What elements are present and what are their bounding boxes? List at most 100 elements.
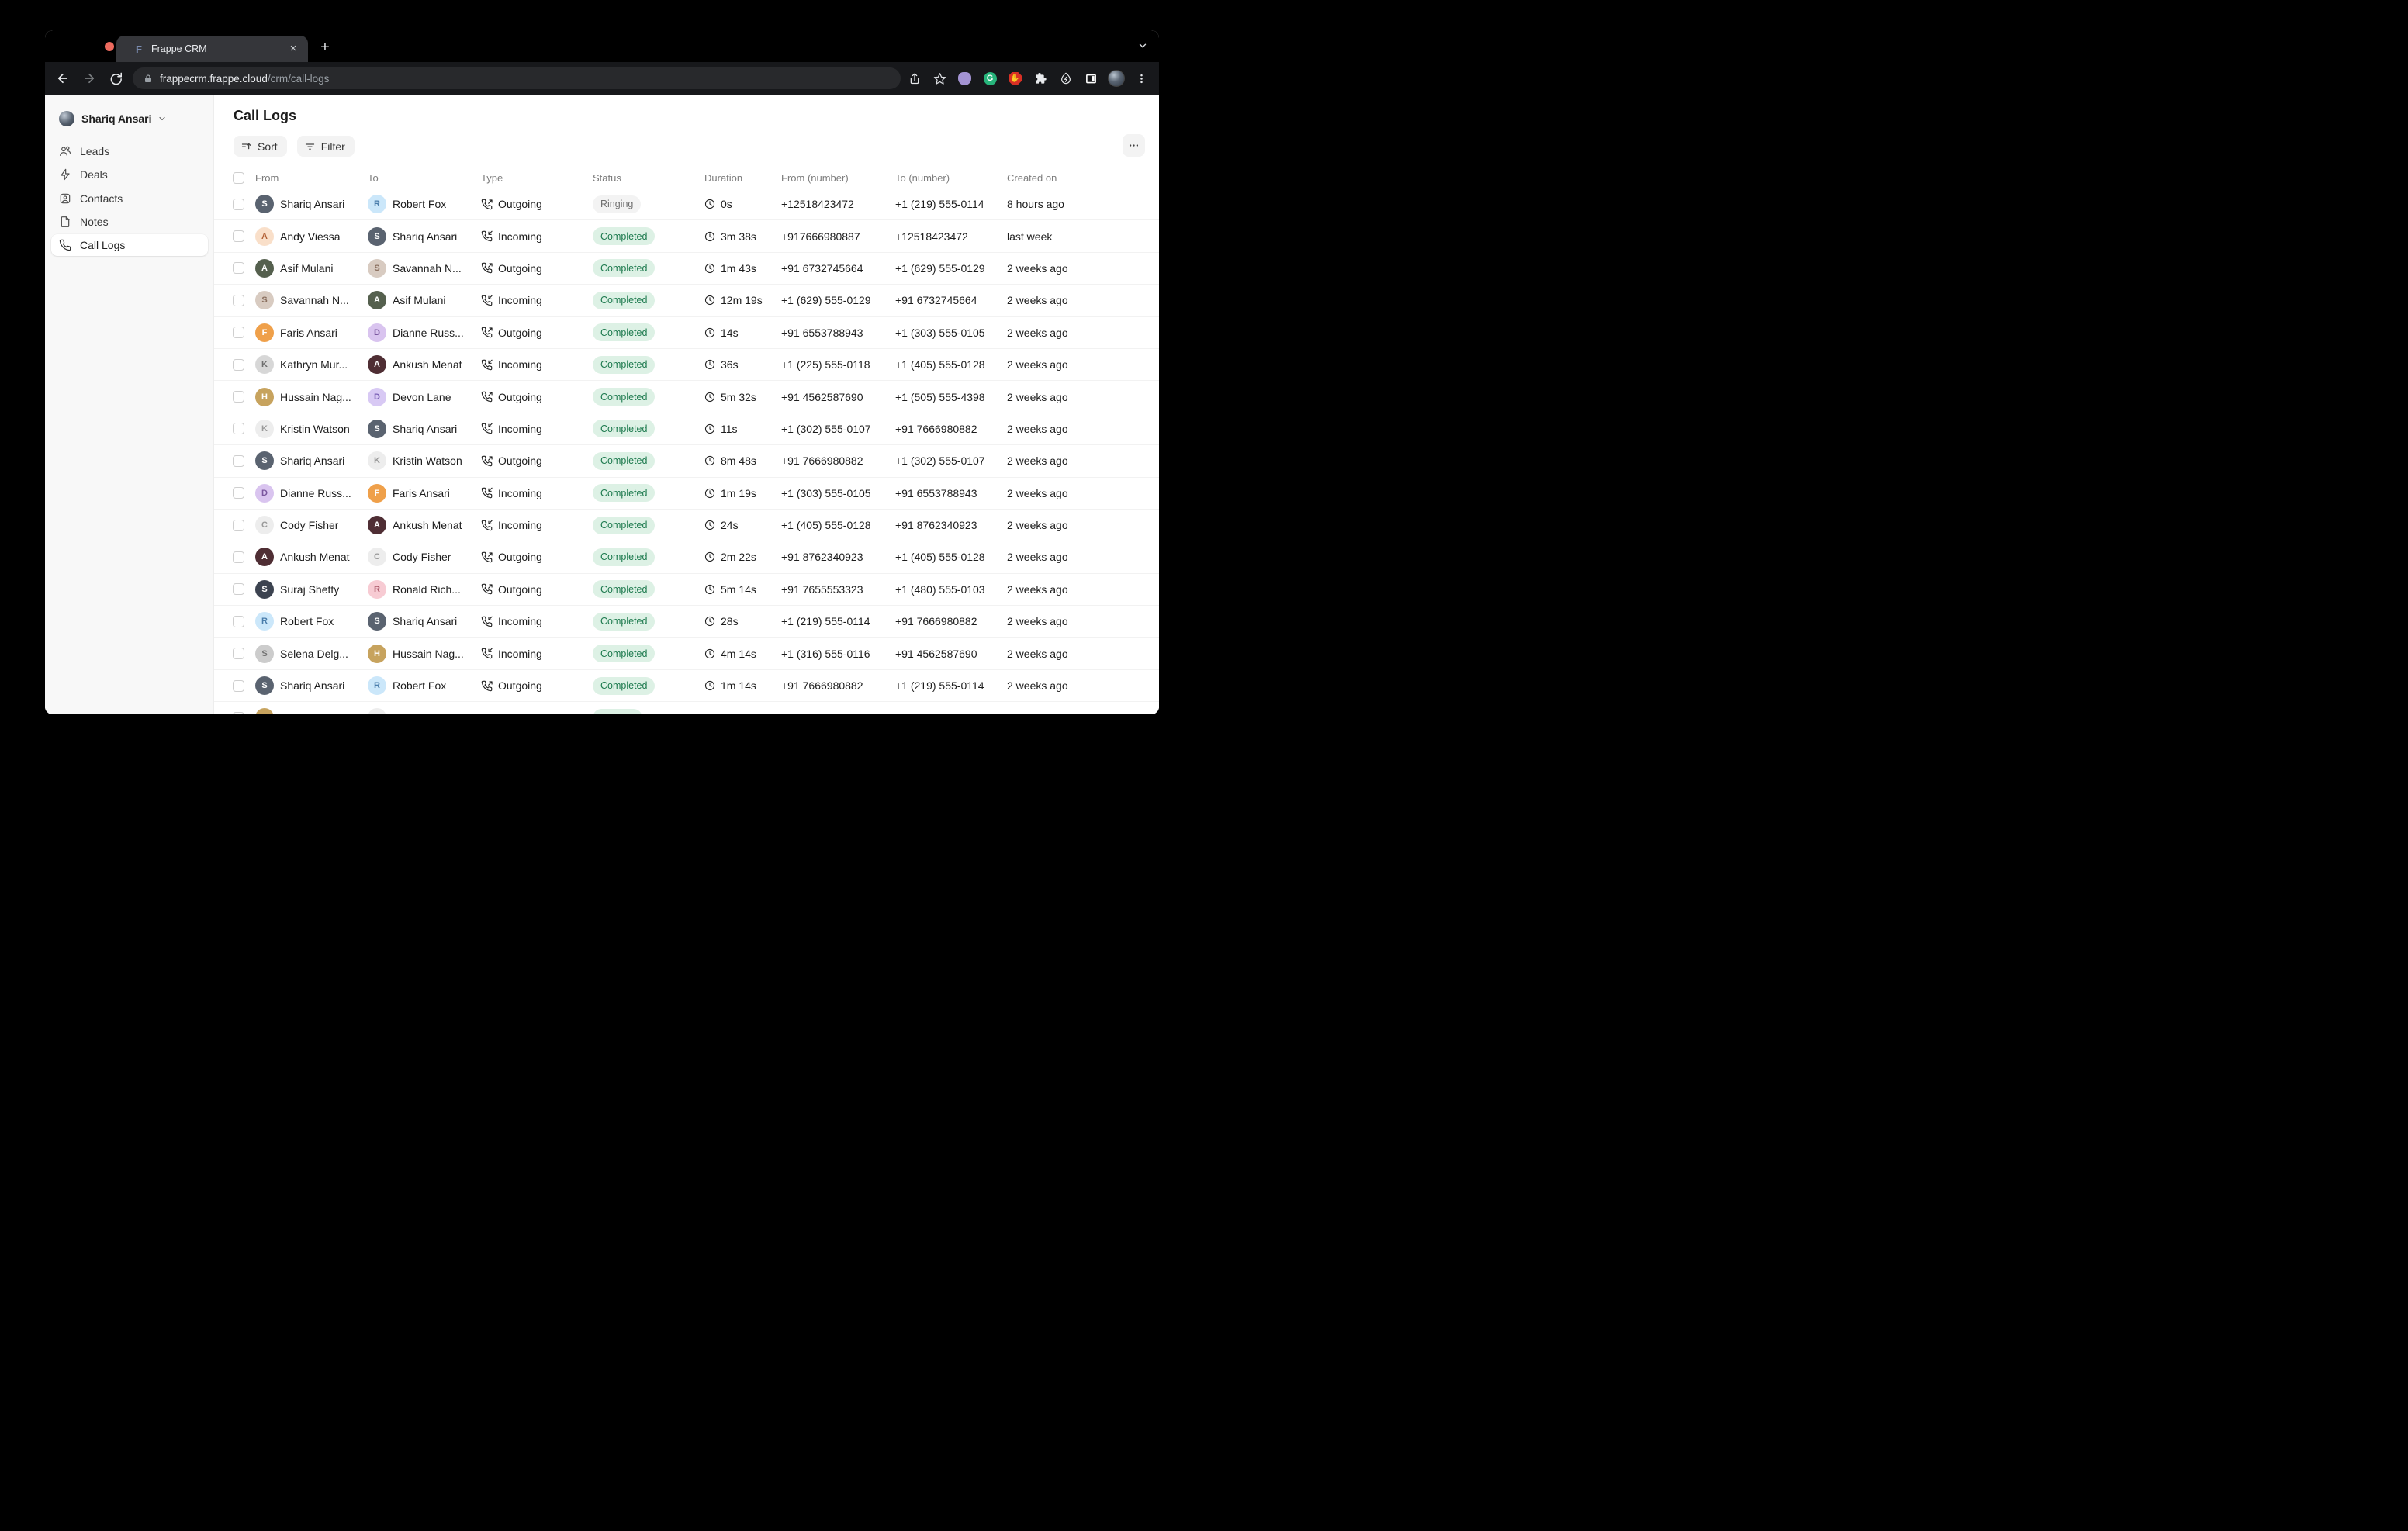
- status-cell: Completed: [593, 227, 704, 245]
- row-checkbox[interactable]: [233, 391, 244, 403]
- sidebar-item-deals[interactable]: Deals: [51, 164, 208, 185]
- row-checkbox[interactable]: [233, 583, 244, 595]
- from-cell: SShariq Ansari: [255, 451, 368, 470]
- sidebar-nav: Leads Deals Contacts: [51, 140, 208, 257]
- from-cell: SSavannah N...: [255, 291, 368, 309]
- toolbar-right-icons: G ✋: [905, 62, 1160, 95]
- github-extension-icon[interactable]: [955, 68, 975, 88]
- profile-avatar[interactable]: [1106, 68, 1126, 88]
- status-cell: Completed: [593, 452, 704, 470]
- row-checkbox[interactable]: [233, 616, 244, 627]
- table-row[interactable]: SSelena Delg...HHussain Nag...IncomingCo…: [214, 638, 1159, 669]
- table-row[interactable]: KKathryn Mur...AAnkush MenatIncomingComp…: [214, 349, 1159, 381]
- table-row[interactable]: SShariq AnsariRRobert FoxOutgoingComplet…: [214, 670, 1159, 702]
- status-cell: Completed: [593, 645, 704, 662]
- status-badge: Completed: [593, 420, 655, 437]
- new-tab-button[interactable]: +: [315, 38, 335, 58]
- bookmark-star-icon[interactable]: [929, 68, 950, 88]
- extensions-puzzle-icon[interactable]: [1030, 68, 1050, 88]
- forward-button[interactable]: [79, 68, 99, 88]
- duration-cell: 24s: [704, 519, 781, 531]
- leaf-extension-icon[interactable]: [1056, 68, 1076, 88]
- duration-value: 36s: [721, 358, 739, 371]
- row-checkbox[interactable]: [233, 648, 244, 659]
- row-checkbox[interactable]: [233, 262, 244, 274]
- column-header-from: From: [255, 172, 368, 184]
- to-number: +1 (303) 555-0105: [895, 327, 1007, 339]
- row-checkbox[interactable]: [233, 423, 244, 434]
- row-checkbox[interactable]: [233, 359, 244, 371]
- table-row[interactable]: FFaris AnsariDDianne Russ...OutgoingComp…: [214, 317, 1159, 349]
- table-row[interactable]: SShariq AnsariRRobert FoxOutgoingRinging…: [214, 188, 1159, 220]
- reload-button[interactable]: [106, 68, 126, 88]
- row-checkbox[interactable]: [233, 680, 244, 692]
- table-row[interactable]: SSuraj ShettyRRonald Rich...OutgoingComp…: [214, 574, 1159, 606]
- table-row[interactable]: HHussain Nag...DDevon LaneOutgoingComple…: [214, 381, 1159, 413]
- call-type-label: Outgoing: [498, 679, 542, 692]
- table-row[interactable]: AAsif MulaniSSavannah N...OutgoingComple…: [214, 253, 1159, 285]
- duration-value: 3m 38s: [721, 230, 756, 243]
- table-row[interactable]: KKristin WatsonSShariq AnsariIncomingCom…: [214, 413, 1159, 445]
- from-number: +91 7666980882: [781, 454, 895, 467]
- user-dropdown[interactable]: Shariq Ansari: [51, 109, 208, 129]
- list-options-button[interactable]: [1123, 134, 1145, 157]
- duration-value: 28s: [721, 615, 739, 627]
- browser-menu-icon[interactable]: [1131, 68, 1151, 88]
- row-checkbox[interactable]: [233, 455, 244, 467]
- status-cell: Ringing: [593, 195, 704, 213]
- user-avatar: [59, 111, 74, 126]
- adblock-extension-icon[interactable]: ✋: [1005, 68, 1026, 88]
- notes-file-icon: [59, 216, 71, 228]
- row-checkbox[interactable]: [233, 712, 244, 714]
- to-number: +1 (405) 555-0128: [895, 358, 1007, 371]
- status-cell: Completed: [593, 613, 704, 631]
- table-row[interactable]: [214, 702, 1159, 714]
- table-row[interactable]: AAnkush MenatCCody FisherOutgoingComplet…: [214, 541, 1159, 573]
- to-avatar: S: [368, 227, 386, 246]
- sidebar-item-contacts[interactable]: Contacts: [51, 188, 208, 209]
- share-icon[interactable]: [905, 68, 925, 88]
- row-checkbox[interactable]: [233, 551, 244, 563]
- from-name: Hussain Nag...: [280, 391, 351, 403]
- sort-button[interactable]: Sort: [234, 136, 287, 157]
- table-row[interactable]: SShariq AnsariKKristin WatsonOutgoingCom…: [214, 445, 1159, 477]
- tab-search-chevron-icon[interactable]: [1137, 40, 1148, 51]
- back-button[interactable]: [53, 68, 73, 88]
- duration-cell: 8m 48s: [704, 454, 781, 467]
- from-cell: FFaris Ansari: [255, 323, 368, 342]
- to-avatar: A: [368, 355, 386, 374]
- row-checkbox[interactable]: [233, 230, 244, 242]
- sidebar-item-notes[interactable]: Notes: [51, 211, 208, 233]
- sidebar-item-leads[interactable]: Leads: [51, 140, 208, 162]
- row-checkbox[interactable]: [233, 327, 244, 338]
- close-window-button[interactable]: [105, 42, 114, 51]
- row-checkbox[interactable]: [233, 199, 244, 210]
- row-checkbox[interactable]: [233, 520, 244, 531]
- tab-close-icon[interactable]: ×: [285, 40, 302, 57]
- row-checkbox[interactable]: [233, 295, 244, 306]
- incoming-call-icon: [481, 648, 493, 659]
- from-number: +1 (302) 555-0107: [781, 423, 895, 435]
- lock-icon[interactable]: [144, 74, 153, 84]
- sidebar-item-call-logs[interactable]: Call Logs: [51, 234, 208, 256]
- to-name: Kristin Watson: [393, 454, 462, 467]
- table-row[interactable]: AAndy ViessaSShariq AnsariIncomingComple…: [214, 220, 1159, 252]
- tab-frappe-crm[interactable]: F Frappe CRM ×: [116, 36, 308, 62]
- select-all-checkbox[interactable]: [233, 172, 244, 184]
- row-checkbox[interactable]: [233, 487, 244, 499]
- table-row[interactable]: RRobert FoxSShariq AnsariIncomingComplet…: [214, 606, 1159, 638]
- call-type-cell: Outgoing: [481, 327, 593, 339]
- address-bar[interactable]: frappecrm.frappe.cloud/crm/call-logs: [133, 67, 901, 89]
- duration-cell: 1m 14s: [704, 679, 781, 692]
- duration-cell: 1m 43s: [704, 262, 781, 275]
- grammarly-extension-icon[interactable]: G: [980, 68, 1000, 88]
- clock-icon: [704, 455, 715, 466]
- to-name: Cody Fisher: [393, 551, 451, 563]
- table-row[interactable]: SSavannah N...AAsif MulaniIncomingComple…: [214, 285, 1159, 316]
- clock-icon: [704, 616, 715, 627]
- filter-button[interactable]: Filter: [297, 136, 355, 157]
- table-row[interactable]: CCody FisherAAnkush MenatIncomingComplet…: [214, 510, 1159, 541]
- sidebar-toggle-icon[interactable]: [1081, 68, 1101, 88]
- table-row[interactable]: DDianne Russ...FFaris AnsariIncomingComp…: [214, 478, 1159, 510]
- status-cell: [593, 709, 704, 714]
